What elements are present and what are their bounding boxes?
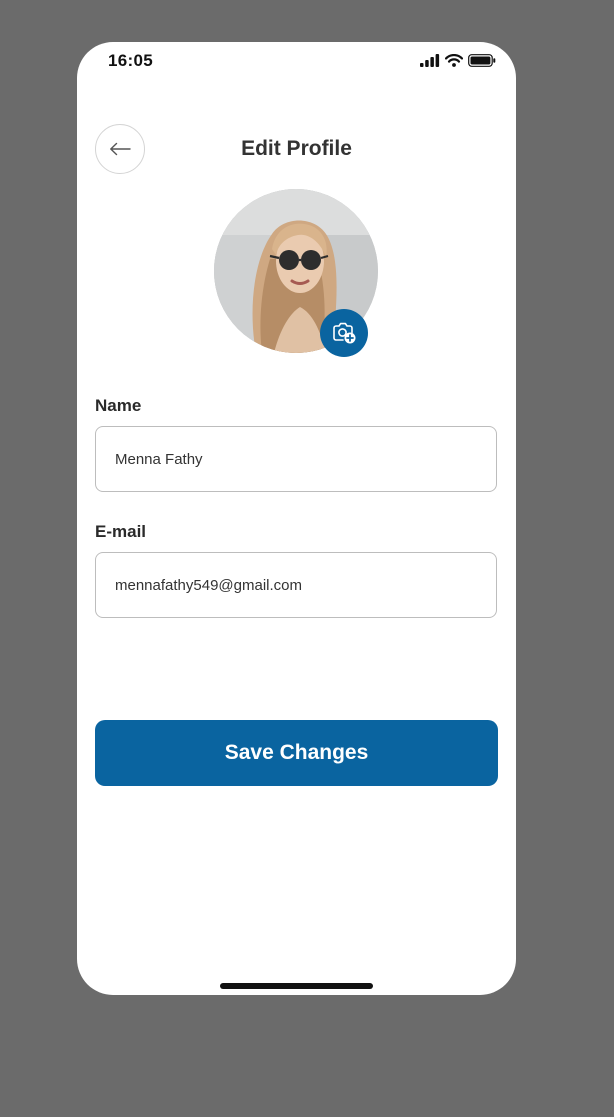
- email-field[interactable]: [95, 552, 497, 618]
- name-field[interactable]: [95, 426, 497, 492]
- battery-icon: [468, 54, 496, 67]
- home-indicator: [220, 983, 373, 989]
- email-label: E-mail: [95, 522, 147, 541]
- phone-screen: 16:05 Edit Profile Name Menna Fathy E-ma…: [77, 42, 516, 995]
- signal-icon: [420, 54, 440, 67]
- status-icons: [420, 54, 496, 67]
- page-title: Edit Profile: [241, 137, 352, 160]
- change-photo-button[interactable]: [320, 309, 368, 357]
- save-changes-button[interactable]: Save Changes: [95, 720, 498, 786]
- name-label: Name: [95, 396, 142, 415]
- status-time: 16:05: [108, 51, 153, 70]
- camera-plus-icon: [333, 322, 356, 344]
- wifi-icon: [445, 54, 463, 67]
